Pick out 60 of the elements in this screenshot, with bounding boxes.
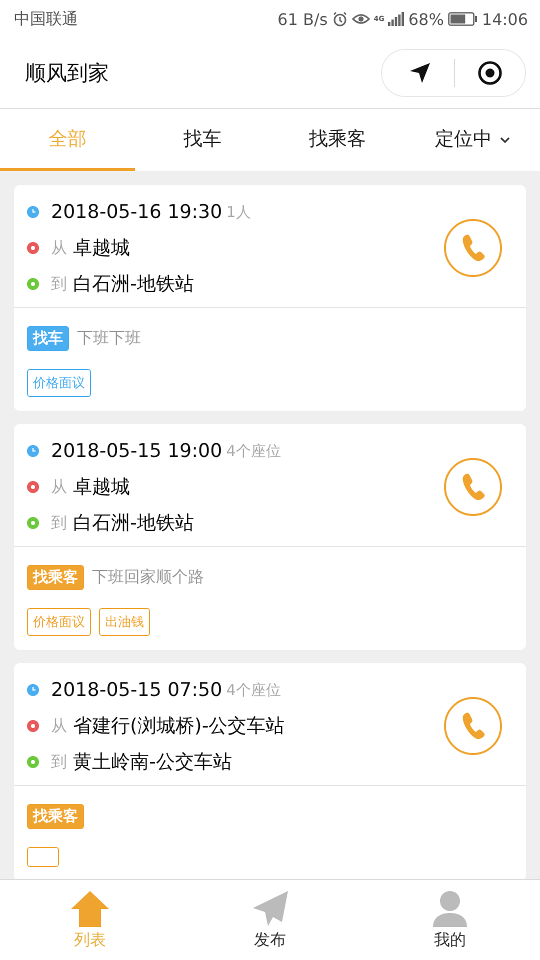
filter-tab[interactable]: 找车 <box>135 109 270 171</box>
ride-card[interactable]: 2018-05-15 07:50 4个座位 从 省建行(浏城桥)-公交车站 到 黄土岭南-公交车站 找乘客 <box>14 663 526 879</box>
network-speed: 61 B/s <box>278 10 328 28</box>
to-label: 到 <box>51 512 67 534</box>
from-label: 从 <box>51 476 67 498</box>
person-icon <box>430 890 470 928</box>
destination-text: 黄土岭南-公交车站 <box>73 750 232 775</box>
alarm-icon <box>332 11 348 27</box>
ride-card[interactable]: 2018-05-16 19:30 1人 从 卓越城 到 白石洲-地铁站 找车 下班下班 价格面议 <box>14 185 526 411</box>
price-tag: 出油钱 <box>99 608 150 636</box>
bottom-nav-item[interactable]: 我的 <box>360 880 540 960</box>
seat-count: 4个座位 <box>226 680 281 700</box>
destination-text: 白石洲-地铁站 <box>73 511 194 536</box>
eye-icon <box>352 12 370 26</box>
origin-text: 省建行(浏城桥)-公交车站 <box>73 714 285 739</box>
post-note: 下班下班 <box>77 328 141 349</box>
destination-text: 白石洲-地铁站 <box>73 272 194 297</box>
battery-percent: 68% <box>408 10 444 28</box>
phone-icon <box>460 233 486 263</box>
seat-count: 1人 <box>226 202 251 222</box>
to-label: 到 <box>51 752 67 772</box>
carrier-name: 中国联通 <box>14 8 78 30</box>
departure-time: 2018-05-16 19:30 <box>51 201 222 223</box>
ride-card[interactable]: 2018-05-15 19:00 4个座位 从 卓越城 到 白石洲-地铁站 找乘客 下班回家顺个路 价格面议 出油钱 <box>14 424 526 650</box>
filter-tab[interactable]: 找乘客 <box>270 109 405 171</box>
origin-text: 卓越城 <box>73 475 130 500</box>
signal-icon <box>388 12 404 26</box>
price-tag: 价格面议 <box>27 608 91 636</box>
destination-dot-icon <box>27 517 39 529</box>
phone-icon <box>460 711 486 741</box>
clock-icon <box>27 206 39 218</box>
post-note: 下班回家顺个路 <box>92 567 204 588</box>
phone-icon <box>460 472 486 502</box>
to-label: 到 <box>51 274 67 294</box>
from-label: 从 <box>51 716 67 736</box>
price-tag: 价格面议 <box>27 369 91 397</box>
seat-count: 4个座位 <box>226 442 281 460</box>
page-title: 顺风到家 <box>25 60 109 87</box>
house-icon <box>70 890 110 928</box>
from-label: 从 <box>51 238 67 258</box>
origin-text: 卓越城 <box>73 236 130 261</box>
departure-time: 2018-05-15 07:50 <box>51 679 222 701</box>
post-type-tag: 找车 <box>27 326 69 351</box>
target-icon[interactable] <box>477 60 503 86</box>
clock-time: 14:06 <box>482 10 528 28</box>
bottom-nav-item[interactable]: 发布 <box>180 880 360 960</box>
origin-dot-icon <box>27 242 39 254</box>
post-type-tag: 找乘客 <box>27 565 84 590</box>
destination-dot-icon <box>27 278 39 290</box>
chevron-down-icon <box>500 137 510 144</box>
origin-dot-icon <box>27 481 39 493</box>
post-type-tag: 找乘客 <box>27 804 84 829</box>
battery-icon <box>448 12 478 26</box>
clock-icon <box>27 684 39 696</box>
destination-dot-icon <box>27 756 39 768</box>
clock-icon <box>27 445 39 457</box>
location-arrow-icon[interactable] <box>408 61 432 85</box>
origin-dot-icon <box>27 720 39 732</box>
filter-tab[interactable]: 定位中 <box>405 109 540 171</box>
departure-time: 2018-05-15 19:00 <box>51 440 222 462</box>
